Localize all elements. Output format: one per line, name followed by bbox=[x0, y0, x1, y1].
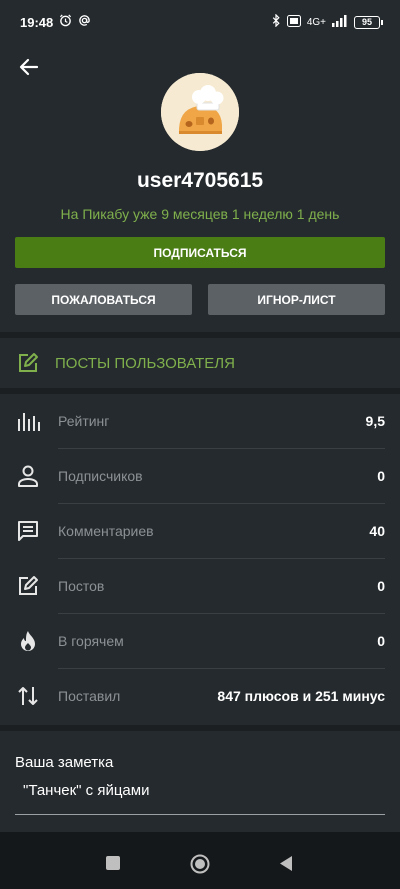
user-note[interactable]: Ваша заметка "Танчек" с яйцами bbox=[0, 731, 400, 832]
system-back-button[interactable] bbox=[278, 855, 294, 872]
stat-label: Подписчиков bbox=[58, 468, 143, 484]
arrow-left-icon bbox=[19, 58, 39, 76]
stat-row-subscribers: Подписчиков 0 bbox=[0, 449, 400, 504]
stats-list: Рейтинг 9,5 Подписчиков 0 Комментариев 4… bbox=[0, 394, 400, 725]
stat-row-comments: Комментариев 40 bbox=[0, 504, 400, 559]
stat-label: В горячем bbox=[58, 633, 124, 649]
report-button[interactable]: ПОЖАЛОВАТЬСЯ bbox=[15, 284, 192, 315]
arrows-updown-icon bbox=[18, 687, 38, 705]
rating-bars-icon bbox=[18, 413, 40, 431]
username: user4705615 bbox=[136, 169, 264, 192]
back-button[interactable] bbox=[14, 52, 44, 82]
user-posts-label: ПОСТЫ ПОЛЬЗОВАТЕЛЯ bbox=[55, 354, 235, 372]
stat-label: Комментариев bbox=[58, 523, 154, 539]
note-text[interactable]: "Танчек" с яйцами bbox=[23, 782, 149, 799]
edit-icon bbox=[19, 576, 38, 595]
home-button[interactable] bbox=[190, 854, 210, 874]
stat-row-votes: Поставил 847 плюсов и 251 минус bbox=[0, 669, 400, 724]
profile-header: user4705615 На Пикабу уже 9 месяцев 1 не… bbox=[0, 44, 400, 332]
user-posts-link[interactable]: ПОСТЫ ПОЛЬЗОВАТЕЛЯ bbox=[0, 338, 400, 388]
stat-value: 9,5 bbox=[365, 413, 385, 429]
stat-label: Рейтинг bbox=[58, 413, 110, 429]
member-since: На Пикабу уже 9 месяцев 1 неделю 1 день bbox=[60, 206, 340, 222]
stat-row-rating: Рейтинг 9,5 bbox=[0, 394, 400, 449]
stat-row-posts: Постов 0 bbox=[0, 559, 400, 614]
person-icon bbox=[18, 465, 38, 487]
note-title: Ваша заметка bbox=[15, 754, 114, 771]
bluetooth-icon bbox=[271, 13, 281, 30]
comment-icon bbox=[18, 521, 38, 541]
stat-value: 847 плюсов и 251 минус bbox=[217, 688, 385, 704]
signal-icon bbox=[332, 14, 348, 30]
battery-icon: 95 bbox=[354, 15, 383, 29]
network-type: 4G+ bbox=[306, 16, 326, 28]
stat-label: Поставил bbox=[58, 688, 121, 704]
stat-label: Постов bbox=[58, 578, 105, 594]
note-underline bbox=[15, 814, 385, 815]
stat-value: 0 bbox=[377, 578, 385, 594]
ignore-list-button[interactable]: ИГНОР-ЛИСТ bbox=[208, 284, 385, 315]
stat-value: 0 bbox=[377, 633, 385, 649]
flame-icon bbox=[21, 631, 35, 651]
edit-icon bbox=[19, 353, 38, 372]
avatar[interactable] bbox=[161, 73, 239, 151]
volte-icon bbox=[286, 14, 301, 30]
subscribe-button[interactable]: ПОДПИСАТЬСЯ bbox=[15, 237, 385, 268]
status-bar: 19:48 4G+ 95 bbox=[0, 0, 400, 44]
stat-value: 40 bbox=[369, 523, 385, 539]
stat-row-hot: В горячем 0 bbox=[0, 614, 400, 669]
system-nav-bar bbox=[0, 832, 400, 889]
status-time: 19:48 bbox=[20, 14, 54, 30]
chef-hat-cookie-avatar-icon bbox=[161, 73, 239, 151]
at-sign-icon bbox=[78, 14, 91, 30]
stat-value: 0 bbox=[377, 468, 385, 484]
recents-button[interactable] bbox=[106, 856, 120, 870]
alarm-icon bbox=[59, 14, 72, 30]
